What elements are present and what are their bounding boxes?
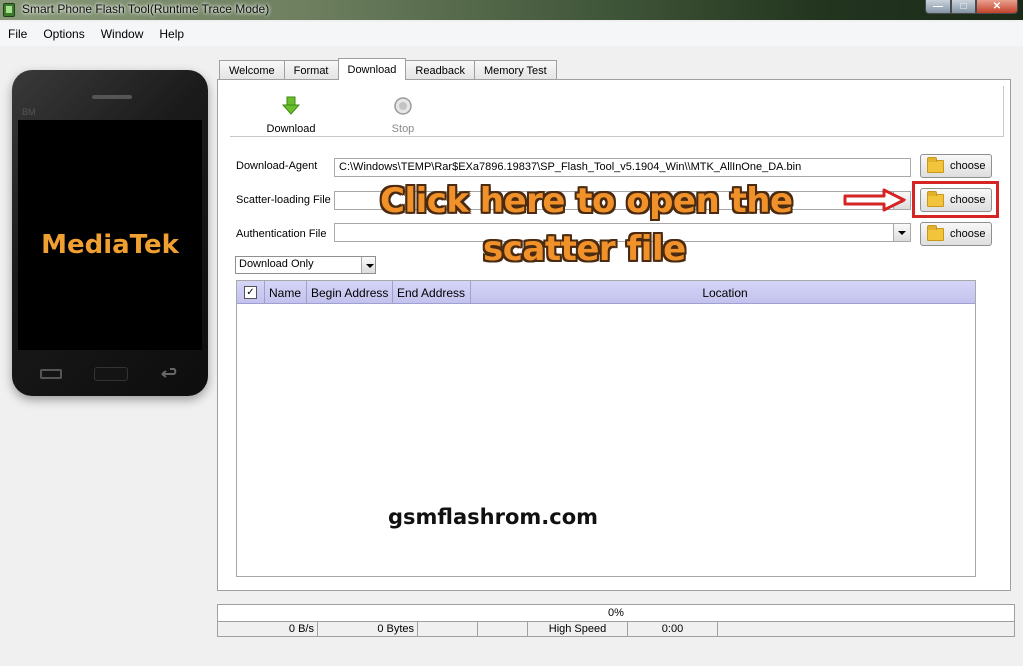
toolbar: Download Stop [230,86,1004,137]
tab-welcome[interactable]: Welcome [219,60,285,80]
download-agent-choose-button[interactable]: choose [920,154,992,178]
stop-label: Stop [391,123,415,135]
download-panel: Download Stop Download-Agent C:\Windows\… [217,79,1011,591]
column-location[interactable]: Location [471,281,975,304]
choose-label: choose [950,228,986,240]
auth-file-label: Authentication File [236,228,327,240]
choose-label: choose [950,160,986,172]
tab-readback[interactable]: Readback [405,60,475,80]
download-agent-label: Download-Agent [236,160,318,172]
tab-memory-test[interactable]: Memory Test [473,60,557,80]
phone-image: BM MediaTek [12,70,208,396]
status-blank-3 [718,622,1016,636]
menu-window[interactable]: Window [93,27,152,41]
download-button[interactable]: Download [261,96,321,135]
progress-text: 0% [608,607,624,619]
window-controls: — □ ✕ [925,0,1018,14]
minimize-button[interactable]: — [925,0,951,14]
select-all-checkbox[interactable]: ✓ [244,286,257,299]
status-blank-2 [478,622,528,636]
download-arrow-icon [281,96,301,115]
progress-bar: 0% [217,604,1015,622]
status-blank-1 [418,622,478,636]
select-all-column: ✓ [237,281,265,304]
partition-table: ✓ Name Begin Address End Address Locatio… [236,280,976,577]
status-bar: 0 B/s 0 Bytes High Speed 0:00 [217,622,1015,637]
status-usb-speed: High Speed [528,622,628,636]
tab-download[interactable]: Download [337,58,407,80]
watermark: gsmflashrom.com [388,505,598,529]
phone-earpiece [92,95,132,99]
scatter-file-label: Scatter-loading File [236,194,331,206]
annotation-line-1: Click here to open the [380,181,793,221]
column-begin-address[interactable]: Begin Address [307,281,393,304]
menu-file[interactable]: File [0,27,35,41]
mediatek-logo: MediaTek [41,230,179,260]
stop-button[interactable]: Stop [373,96,433,135]
folder-icon [927,156,944,173]
tab-format[interactable]: Format [283,60,339,80]
phone-home-key-icon [94,367,128,381]
phone-menu-key-icon [40,369,62,379]
close-button[interactable]: ✕ [976,0,1018,14]
status-speed: 0 B/s [218,622,318,636]
title-bar: Smart Phone Flash Tool(Runtime Trace Mod… [0,0,1023,20]
download-mode-select[interactable]: Download Only [235,256,376,274]
annotation-line-2: scatter file [483,229,686,269]
tab-bar: Welcome Format Download Readback Memory … [219,58,557,80]
stop-icon [394,97,412,115]
window-title: Smart Phone Flash Tool(Runtime Trace Mod… [22,2,270,16]
chevron-down-icon[interactable] [893,224,910,241]
menu-options[interactable]: Options [35,27,92,41]
chevron-down-icon[interactable] [361,257,375,273]
status-time: 0:00 [628,622,718,636]
download-label: Download [266,123,316,135]
app-icon [3,3,15,17]
column-end-address[interactable]: End Address [393,281,471,304]
menu-bar: File Options Window Help [0,22,1023,46]
column-name[interactable]: Name [265,281,307,304]
menu-help[interactable]: Help [151,27,192,41]
folder-icon [927,224,944,241]
red-arrow-icon [843,188,906,212]
table-header: ✓ Name Begin Address End Address Locatio… [237,281,975,304]
download-mode-value: Download Only [239,258,314,270]
phone-bm-text: BM [22,107,36,117]
status-bytes: 0 Bytes [318,622,418,636]
auth-file-choose-button[interactable]: choose [920,222,992,246]
phone-back-key-icon [158,367,180,381]
download-agent-field[interactable]: C:\Windows\TEMP\Rar$EXa7896.19837\SP_Fla… [334,158,911,177]
highlight-box [912,181,999,218]
maximize-button[interactable]: □ [951,0,976,14]
